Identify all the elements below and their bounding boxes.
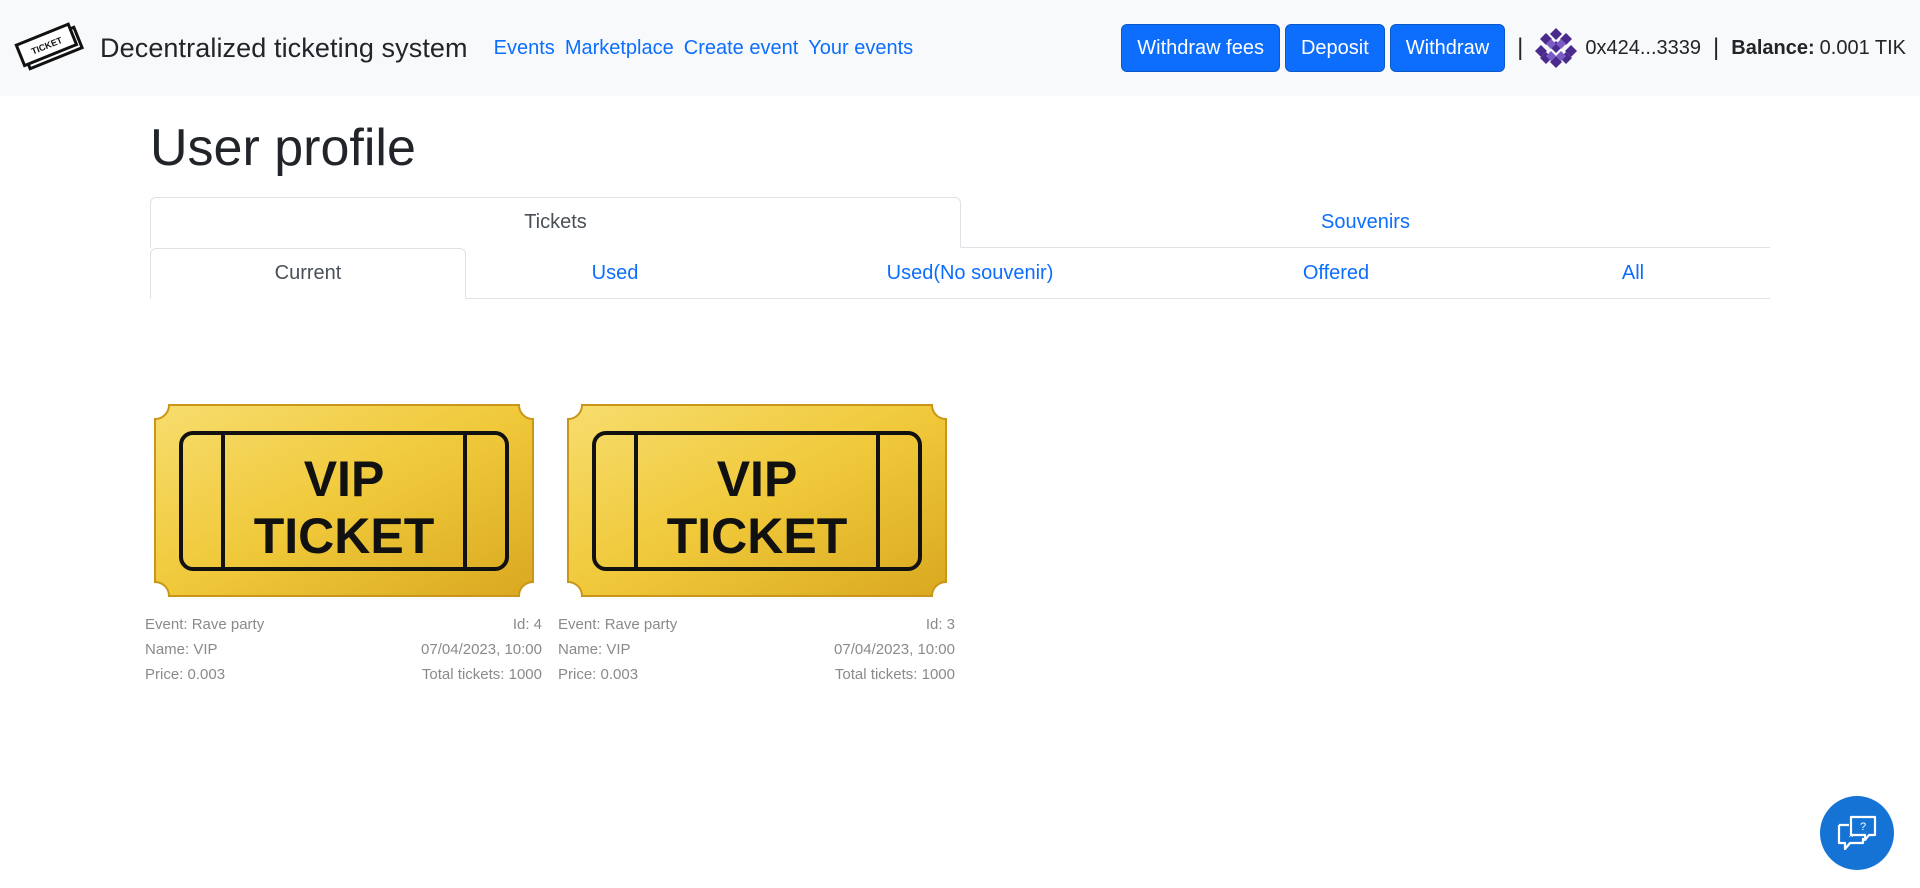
help-chat-button[interactable]: ? ..	[1820, 796, 1894, 870]
account-area: Withdraw fees Deposit Withdraw | 0x424..…	[1116, 0, 1906, 96]
deposit-button[interactable]: Deposit	[1284, 24, 1385, 72]
tab-current[interactable]: Current	[150, 248, 466, 299]
tab-tickets[interactable]: Tickets	[150, 197, 961, 248]
nav-link-your-events[interactable]: Your events	[808, 37, 913, 60]
vip-ticket-image[interactable]: VIP TICKET	[145, 398, 542, 604]
svg-text:..: ..	[1848, 829, 1853, 839]
navbar: TICKET Decentralized ticketing system Ev…	[0, 0, 1920, 96]
ticket-total: Total tickets: 1000	[421, 666, 542, 683]
brand-title[interactable]: Decentralized ticketing system	[100, 33, 468, 64]
ticket-date: 07/04/2023, 10:00	[421, 641, 542, 658]
ticket-price: Price: 0.003	[145, 666, 226, 683]
ticket-details: Event: Rave party Id: 3 Name: VIP 07/04/…	[558, 612, 955, 687]
page-title: User profile	[150, 119, 416, 177]
ticket-list: VIP TICKET Event: Rave party Id: 4 Name:…	[145, 398, 955, 687]
svg-text:TICKET: TICKET	[667, 508, 848, 564]
ticket-id: Id: 3	[925, 616, 955, 633]
tab-offered[interactable]: Offered	[1176, 248, 1496, 298]
ticket-name: Name: VIP	[145, 641, 218, 658]
tab-used[interactable]: Used	[466, 248, 764, 298]
balance-value: 0.001 TIK	[1819, 36, 1906, 59]
ticket-name: Name: VIP	[558, 641, 631, 658]
separator: |	[1517, 34, 1524, 61]
balance-label: Balance:	[1731, 36, 1815, 59]
tab-all[interactable]: All	[1496, 248, 1770, 298]
svg-text:TICKET: TICKET	[254, 508, 435, 564]
ticket-total: Total tickets: 1000	[834, 666, 955, 683]
svg-text:?: ?	[1860, 821, 1866, 833]
nav-link-create-event[interactable]: Create event	[684, 37, 799, 60]
separator: |	[1713, 34, 1720, 61]
chat-help-icon: ? ..	[1837, 815, 1877, 851]
tab-souvenirs[interactable]: Souvenirs	[961, 197, 1770, 247]
ticket-logo-icon[interactable]: TICKET	[14, 15, 90, 81]
tab-used-no-souvenir[interactable]: Used(No souvenir)	[764, 248, 1176, 298]
svg-text:VIP: VIP	[304, 451, 385, 507]
ticket-card[interactable]: VIP TICKET Event: Rave party Id: 3 Name:…	[558, 398, 955, 687]
withdraw-fees-button[interactable]: Withdraw fees	[1121, 24, 1280, 72]
ticket-id: Id: 4	[512, 616, 542, 633]
identicon-avatar[interactable]	[1535, 27, 1578, 69]
ticket-card[interactable]: VIP TICKET Event: Rave party Id: 4 Name:…	[145, 398, 542, 687]
ticket-event: Event: Rave party	[558, 616, 678, 633]
ticket-details: Event: Rave party Id: 4 Name: VIP 07/04/…	[145, 612, 542, 687]
ticket-date: 07/04/2023, 10:00	[834, 641, 955, 658]
svg-text:VIP: VIP	[717, 451, 798, 507]
nav-link-events[interactable]: Events	[494, 37, 555, 60]
ticket-event: Event: Rave party	[145, 616, 265, 633]
wallet-address[interactable]: 0x424...3339	[1585, 37, 1701, 60]
ticket-filter-tabs: Current Used Used(No souvenir) Offered A…	[150, 248, 1770, 299]
ticket-price: Price: 0.003	[558, 666, 639, 683]
vip-ticket-image[interactable]: VIP TICKET	[558, 398, 955, 604]
nav-link-marketplace[interactable]: Marketplace	[565, 37, 674, 60]
nav-links: Events Marketplace Create event Your eve…	[494, 37, 924, 60]
withdraw-button[interactable]: Withdraw	[1389, 24, 1506, 72]
main-tabs: Tickets Souvenirs	[150, 197, 1770, 248]
